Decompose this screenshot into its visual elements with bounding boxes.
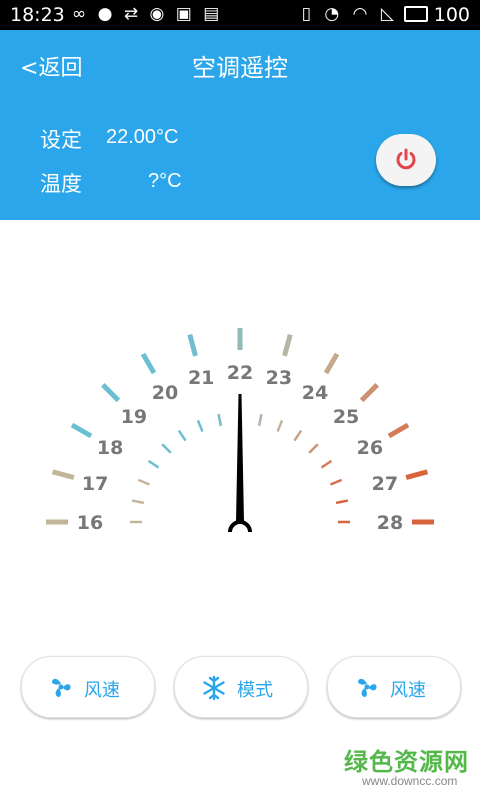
dial-tick-label: 19: [121, 406, 147, 428]
status-bar: 18:23 ∞ ● ⇄ ◉ ▣ ▤ ▯ ◔ ◠ ◺ 100: [0, 0, 480, 30]
image-icon: ▣: [175, 4, 195, 24]
battery-level: 100: [433, 4, 470, 26]
battery-icon: [403, 6, 428, 22]
fan-speed-button-2[interactable]: 风速: [327, 656, 461, 718]
wifi-icon: ◠: [352, 4, 372, 24]
dial-needle-hub: [228, 520, 252, 533]
mode-button[interactable]: 模式: [174, 656, 308, 718]
news-icon: ▤: [203, 4, 223, 24]
dial-major-tick: [101, 383, 121, 403]
dial-major-tick: [405, 469, 429, 480]
fan-speed-button[interactable]: 风速: [21, 656, 155, 718]
temperature-label: 温度: [40, 172, 82, 196]
dial-tick-label: 17: [82, 473, 108, 495]
dial-minor-tick: [131, 499, 145, 505]
dial-tick-label: 18: [97, 437, 123, 459]
signal-icon: ◺: [380, 4, 398, 24]
dial-minor-tick: [293, 429, 303, 442]
dial-major-tick: [140, 352, 157, 375]
dial-tick-label: 21: [188, 367, 214, 389]
dial-major-tick: [282, 333, 293, 357]
dial-minor-tick: [335, 499, 349, 505]
clock: 18:23: [10, 4, 65, 26]
dial-minor-tick: [217, 413, 223, 427]
header: <返回 空调遥控 设定 22.00°C 温度 ?°C: [0, 30, 480, 220]
dial-tick-label: 20: [152, 382, 178, 404]
dial-major-tick: [359, 383, 379, 403]
dial-minor-tick: [308, 443, 319, 454]
dial-minor-tick: [257, 413, 263, 427]
dial-minor-tick: [177, 429, 187, 442]
alarm-icon: ◔: [324, 4, 344, 24]
dial-minor-tick: [147, 459, 160, 469]
current-temperature-value: ?°C: [148, 170, 182, 192]
fan-speed-label-2: 风速: [390, 680, 426, 701]
dial-tick-label: 23: [266, 367, 292, 389]
fan-icon: [358, 678, 377, 697]
dial-tick-label: 22: [227, 362, 253, 384]
dial-minor-tick: [137, 478, 150, 486]
dial-minor-tick: [196, 419, 204, 432]
dial-major-tick: [70, 422, 93, 439]
dial-tick-label: 28: [377, 512, 403, 534]
watermark-brand: 绿色资源网: [344, 748, 469, 776]
weibo-icon: ◉: [149, 4, 168, 24]
page-title: 空调遥控: [192, 54, 288, 82]
dial-major-tick: [387, 422, 410, 439]
notification-icons: ∞ ● ⇄ ◉ ▣ ▤: [72, 4, 222, 24]
set-temperature-value: 22.00°C: [106, 126, 179, 148]
dial-minor-tick: [161, 443, 172, 454]
dial-major-tick: [323, 352, 340, 375]
dial-major-tick: [187, 333, 198, 357]
fan-icon: [52, 678, 71, 697]
power-icon: [396, 148, 416, 170]
dial-tick-label: 26: [357, 437, 383, 459]
snowflake-icon: [203, 675, 225, 701]
usb-icon: ⇄: [123, 4, 142, 24]
set-label: 设定: [40, 128, 82, 152]
dial-minor-tick: [330, 478, 343, 486]
mode-label: 模式: [237, 680, 273, 701]
power-button[interactable]: [376, 134, 436, 186]
dial-major-tick: [51, 469, 75, 480]
dial-tick-label: 24: [302, 382, 328, 404]
vibrate-icon: ▯: [301, 4, 316, 24]
temperature-dial[interactable]: 16 17 18 1920 21 22 23 2425 26 27 28: [0, 220, 480, 550]
dial-minor-tick: [320, 459, 333, 469]
chat-icon: ●: [97, 4, 116, 24]
battery-indicator: 100: [403, 4, 470, 26]
dial-tick-label: 25: [333, 406, 359, 428]
watermark-url: www.downcc.com: [362, 774, 458, 788]
dial-minor-tick: [276, 419, 284, 432]
infinity-icon: ∞: [72, 4, 90, 24]
dial-tick-label: 27: [372, 473, 398, 495]
dial-tick-label: 16: [77, 512, 103, 534]
dial-needle[interactable]: [236, 394, 244, 522]
fan-speed-label: 风速: [84, 680, 120, 701]
system-icons: ▯ ◔ ◠ ◺: [302, 4, 398, 24]
